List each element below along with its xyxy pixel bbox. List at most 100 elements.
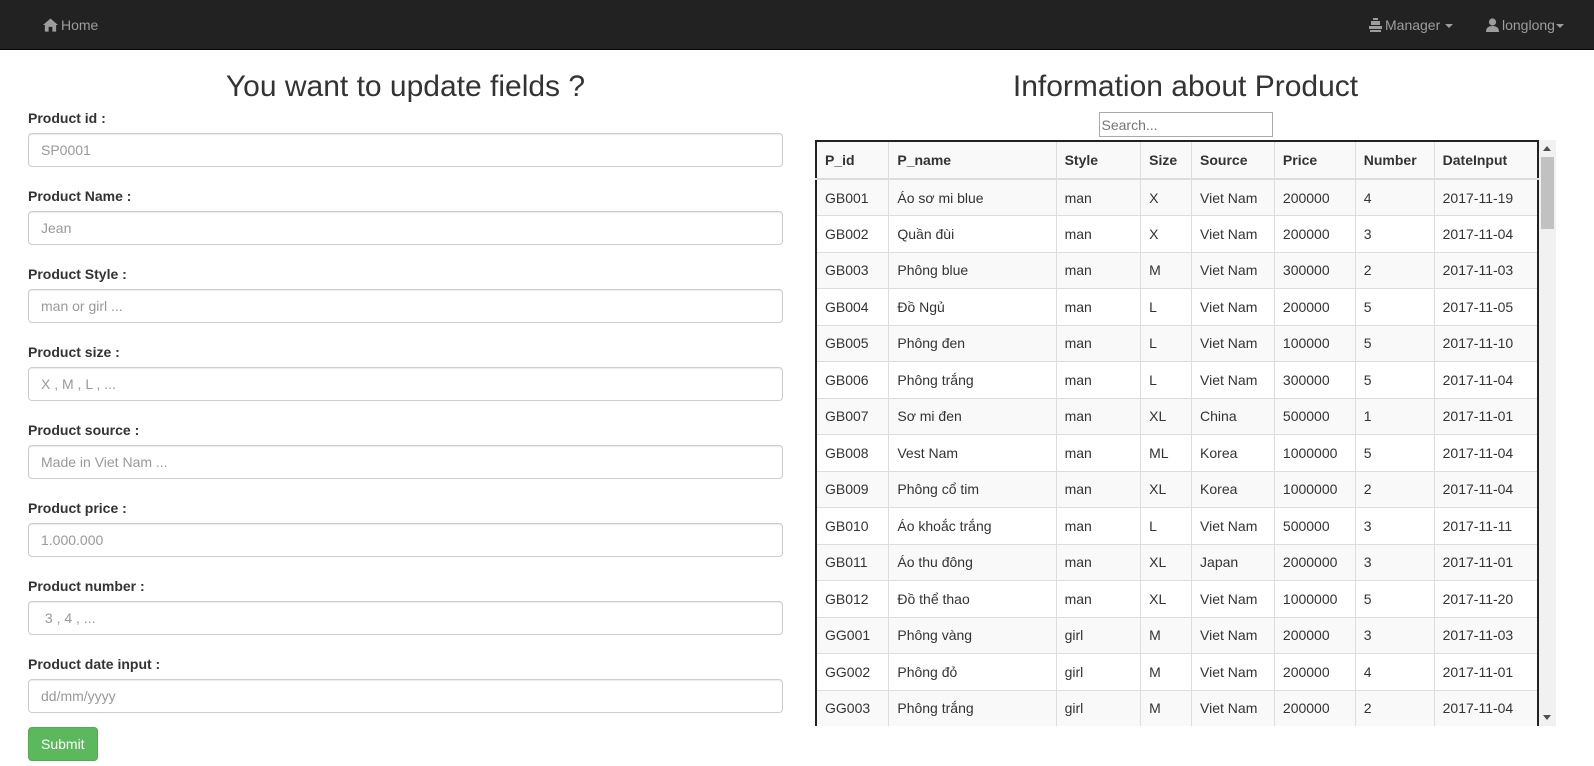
- table-cell: 2017-11-01: [1433, 397, 1539, 435]
- table-cell: 500000: [1273, 397, 1356, 435]
- table-cell: 1: [1354, 397, 1435, 435]
- table-cell: GB010: [815, 507, 890, 545]
- search-input[interactable]: [1098, 112, 1273, 137]
- table-cell: M: [1140, 689, 1193, 726]
- table-cell: man: [1055, 507, 1142, 545]
- table-cell: girl: [1055, 616, 1142, 654]
- field-product-size: Product size :: [28, 342, 783, 401]
- field-label: Product Name :: [28, 188, 132, 204]
- table-row[interactable]: GB011 Áo thu đông man XL Japan 2000000 3 2017-1…: [815, 543, 1539, 581]
- table-cell: L: [1140, 324, 1193, 362]
- table-cell: girl: [1055, 653, 1142, 691]
- table-cell: man: [1055, 434, 1142, 472]
- product-table: P_id P_name Style Size Source Price Number Date…: [815, 140, 1539, 726]
- table-cell: XL: [1140, 470, 1193, 508]
- table-cell: 300000: [1273, 251, 1356, 289]
- table-header-row: P_id P_name Style Size Source Price Number Date…: [815, 140, 1539, 180]
- column-header: Style: [1055, 140, 1142, 180]
- table-cell: man: [1055, 178, 1142, 216]
- field-label: Product date input :: [28, 656, 161, 672]
- table-cell: XL: [1140, 397, 1193, 435]
- table-cell: 2: [1354, 689, 1435, 726]
- caret-down-icon: [1555, 24, 1564, 29]
- table-cell: 2: [1354, 470, 1435, 508]
- table-row[interactable]: GB004 Đồ Ngủ man L Viet Nam 200000 5 2017-11-05: [815, 288, 1539, 326]
- table-cell: Korea: [1191, 434, 1275, 472]
- nav-home-link[interactable]: Home: [43, 0, 98, 50]
- table-cell: man: [1055, 215, 1142, 253]
- product-price-input[interactable]: [28, 523, 783, 557]
- table-cell: Đồ Ngủ: [888, 288, 1057, 326]
- table-cell: Viet Nam: [1191, 653, 1275, 691]
- table-cell: M: [1140, 251, 1193, 289]
- table-row[interactable]: GB010 Áo khoắc trắng man L Viet Nam 500000 3 20…: [815, 507, 1539, 545]
- table-cell: L: [1140, 288, 1193, 326]
- product-id-input[interactable]: [28, 133, 783, 167]
- table-row[interactable]: GB012 Đồ thể thao man XL Viet Nam 1000000 5 201…: [815, 580, 1539, 618]
- nav-user-dropdown[interactable]: longlong: [1486, 0, 1564, 50]
- search-wrap: [815, 112, 1556, 137]
- table-cell: man: [1055, 361, 1142, 399]
- product-name-input[interactable]: [28, 211, 783, 245]
- field-product-date-input: Product date input :: [28, 654, 783, 713]
- table-cell: GB008: [815, 434, 890, 472]
- table-row[interactable]: GB005 Phông đen man L Viet Nam 100000 5 2017-11…: [815, 324, 1539, 362]
- table-cell: Quần đùi: [888, 215, 1057, 253]
- table-row[interactable]: GB006 Phông trắng man L Viet Nam 300000 5 2017-…: [815, 361, 1539, 399]
- table-row[interactable]: GB009 Phông cổ tim man XL Korea 1000000 2 2017-…: [815, 470, 1539, 508]
- table-cell: GG003: [815, 689, 890, 726]
- table-cell: 3: [1354, 215, 1435, 253]
- table-cell: 2017-11-04: [1433, 361, 1539, 399]
- table-cell: Viet Nam: [1191, 507, 1275, 545]
- table-cell: man: [1055, 251, 1142, 289]
- table-row[interactable]: GG002 Phông đỏ girl M Viet Nam 200000 4 2017-11…: [815, 653, 1539, 691]
- nav-manager-dropdown[interactable]: Manager: [1369, 0, 1454, 50]
- table-row[interactable]: GB002 Quần đùi man X Viet Nam 200000 3 2017-11-…: [815, 215, 1539, 253]
- table-cell: GB001: [815, 178, 890, 216]
- table-cell: Phông vàng: [888, 616, 1057, 654]
- manager-icon: [1369, 18, 1382, 32]
- table-cell: Korea: [1191, 470, 1275, 508]
- table-cell: 2: [1354, 251, 1435, 289]
- scroll-up-icon[interactable]: [1543, 146, 1551, 151]
- table-cell: 2017-11-03: [1433, 616, 1539, 654]
- table-row[interactable]: GB007 Sơ mi đen man XL China 500000 1 2017-11-0…: [815, 397, 1539, 435]
- table-cell: 1000000: [1273, 434, 1356, 472]
- table-row[interactable]: GB008 Vest Nam man ML Korea 1000000 5 2017-11-0…: [815, 434, 1539, 472]
- table-cell: 1000000: [1273, 580, 1356, 618]
- table-cell: 3: [1354, 616, 1435, 654]
- table-row[interactable]: GB001 Áo sơ mi blue man X Viet Nam 200000 4 201…: [815, 178, 1539, 216]
- table-cell: Phông cổ tim: [888, 470, 1057, 508]
- submit-button[interactable]: Submit: [28, 727, 98, 761]
- scroll-down-icon[interactable]: [1543, 715, 1551, 720]
- table-row[interactable]: GG003 Phông trắng girl M Viet Nam 200000 2 2017…: [815, 689, 1539, 726]
- scroll-thumb[interactable]: [1541, 157, 1554, 229]
- table-row[interactable]: GG001 Phông vàng girl M Viet Nam 200000 3 2017-…: [815, 616, 1539, 654]
- table-cell: 1000000: [1273, 470, 1356, 508]
- product-size-input[interactable]: [28, 367, 783, 401]
- table-cell: man: [1055, 324, 1142, 362]
- table-cell: 2000000: [1273, 543, 1356, 581]
- form-fields: Product id : Product Name : Product Styl…: [28, 108, 783, 713]
- table-cell: Đồ thể thao: [888, 580, 1057, 618]
- table-cell: man: [1055, 543, 1142, 581]
- table-cell: ML: [1140, 434, 1193, 472]
- table-row[interactable]: GB003 Phông blue man M Viet Nam 300000 2 2017-1…: [815, 251, 1539, 289]
- table-cell: man: [1055, 470, 1142, 508]
- product-number-input[interactable]: [28, 601, 783, 635]
- product-style-input[interactable]: [28, 289, 783, 323]
- table-cell: GB009: [815, 470, 890, 508]
- table-cell: 2017-11-01: [1433, 653, 1539, 691]
- table-cell: XL: [1140, 543, 1193, 581]
- table-cell: GB005: [815, 324, 890, 362]
- user-icon: [1486, 18, 1499, 32]
- table-cell: 500000: [1273, 507, 1356, 545]
- table-scrollbar[interactable]: [1539, 140, 1556, 726]
- table-cell: Viet Nam: [1191, 178, 1275, 216]
- nav-home-label: Home: [61, 17, 99, 33]
- product-info-title: Information about Product: [1012, 70, 1359, 103]
- field-label: Product price :: [28, 500, 127, 516]
- table-cell: GB007: [815, 397, 890, 435]
- product-date-input[interactable]: [28, 679, 783, 713]
- product-source-input[interactable]: [28, 445, 783, 479]
